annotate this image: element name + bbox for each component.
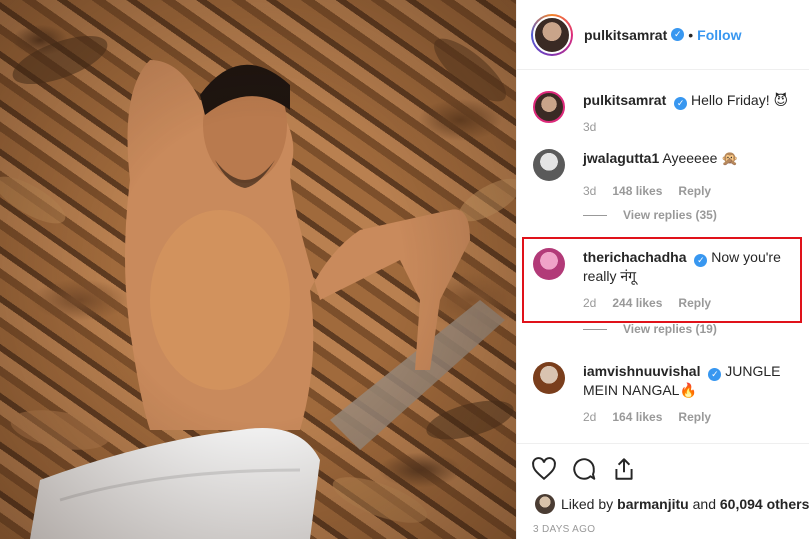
avatar[interactable]: [533, 91, 565, 123]
comment-username[interactable]: iamvishnuuvishal: [583, 363, 700, 379]
verified-badge-icon: ✓: [694, 254, 708, 267]
verified-badge-icon: ✓: [708, 368, 722, 381]
comment-meta: 3d: [583, 120, 803, 134]
comment-text: Hello Friday! 😈: [691, 92, 789, 108]
comment-time[interactable]: 2d: [583, 296, 596, 310]
separator-dot: •: [688, 26, 694, 43]
comment-icon[interactable]: [571, 456, 597, 482]
liker-username[interactable]: barmanjitu: [617, 496, 689, 512]
view-replies-line: [583, 328, 607, 330]
author-avatar[interactable]: [531, 13, 573, 56]
comment-time[interactable]: 2d: [583, 410, 596, 424]
caption-comment: pulkitsamrat ✓ Hello Friday! 😈 3d: [533, 91, 803, 134]
view-replies-button[interactable]: View replies (19): [583, 322, 717, 336]
comment-meta: 2d 164 likes Reply: [583, 410, 803, 424]
comment-text: Ayeeeee 🙊: [662, 150, 739, 166]
liker-avatar[interactable]: [535, 494, 555, 514]
comment-meta: 3d 148 likes Reply: [583, 184, 803, 198]
post-photo[interactable]: [0, 0, 516, 539]
avatar[interactable]: [533, 362, 565, 394]
comment-item: iamvishnuuvishal ✓ JUNGLE MEIN NANGAL🔥 2…: [533, 362, 803, 424]
reply-button[interactable]: Reply: [678, 296, 711, 310]
avatar[interactable]: [533, 248, 565, 280]
comment-item: therichachadha ✓ Now you're really नंगू …: [533, 248, 803, 310]
post-actions: Liked by barmanjitu and 60,094 others 3 …: [517, 443, 809, 539]
heart-icon[interactable]: [531, 456, 557, 482]
action-icons: [517, 444, 809, 482]
avatar[interactable]: [533, 149, 565, 181]
view-replies-button[interactable]: View replies (35): [583, 208, 717, 222]
comment-username[interactable]: therichachadha: [583, 249, 686, 265]
comment-username[interactable]: pulkitsamrat: [583, 92, 666, 108]
post-timestamp[interactable]: 3 DAYS AGO: [517, 514, 809, 535]
reply-button[interactable]: Reply: [678, 184, 711, 198]
author-username[interactable]: pulkitsamrat: [584, 27, 667, 43]
comment-likes[interactable]: 164 likes: [612, 410, 662, 424]
share-icon[interactable]: [611, 456, 637, 482]
post-sidebar: pulkitsamrat ✓ • Follow pulkitsamrat ✓ H…: [516, 0, 809, 539]
reply-button[interactable]: Reply: [678, 410, 711, 424]
comment-time[interactable]: 3d: [583, 120, 596, 134]
view-replies-label: View replies (19): [623, 322, 717, 336]
comment-likes[interactable]: 148 likes: [612, 184, 662, 198]
likes-prefix: Liked by: [561, 496, 614, 512]
post-header: pulkitsamrat ✓ • Follow: [517, 0, 809, 70]
follow-button[interactable]: Follow: [697, 27, 741, 43]
comment-time[interactable]: 3d: [583, 184, 596, 198]
view-replies-line: [583, 214, 607, 216]
comment-meta: 2d 244 likes Reply: [583, 296, 803, 310]
verified-badge-icon: ✓: [674, 97, 688, 110]
view-replies-label: View replies (35): [623, 208, 717, 222]
comment-username[interactable]: jwalagutta1: [583, 150, 659, 166]
comments-list: pulkitsamrat ✓ Hello Friday! 😈 3d jwalag…: [517, 71, 809, 443]
likes-summary: Liked by barmanjitu and 60,094 others: [517, 482, 809, 514]
likes-count[interactable]: 60,094 others: [720, 496, 809, 512]
likes-middle: and: [688, 496, 720, 512]
verified-badge-icon: ✓: [671, 28, 685, 41]
comment-likes[interactable]: 244 likes: [612, 296, 662, 310]
comment-item: jwalagutta1 Ayeeeee 🙊 3d 148 likes Reply: [533, 149, 803, 198]
